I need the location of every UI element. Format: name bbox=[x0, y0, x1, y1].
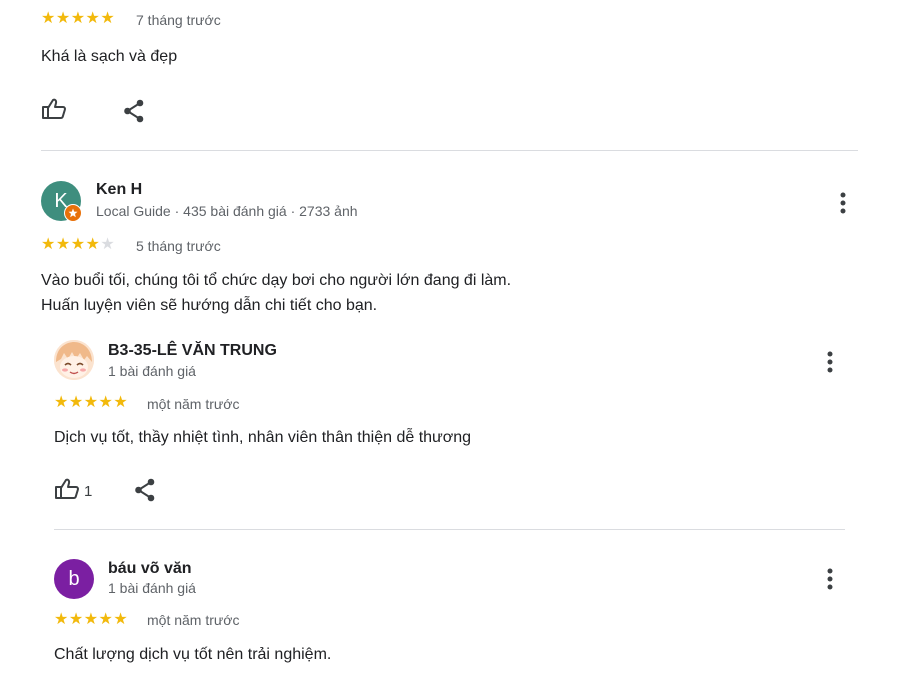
share-icon bbox=[123, 99, 145, 128]
review-time: 5 tháng trước bbox=[136, 238, 221, 254]
star-filled-icon: ★ bbox=[41, 10, 56, 27]
more-options-button[interactable] bbox=[820, 567, 840, 596]
review-text-line: Vào buổi tối, chúng tôi tổ chức dạy bơi … bbox=[41, 272, 512, 289]
review-time: một năm trước bbox=[147, 396, 240, 412]
like-count: 1 bbox=[84, 483, 93, 500]
star-filled-icon: ★ bbox=[98, 611, 113, 628]
avatar-letter: b bbox=[68, 567, 80, 590]
reviewer-meta: Local Guide · 435 bài đánh giá · 2733 ản… bbox=[96, 203, 358, 219]
star-filled-icon: ★ bbox=[83, 394, 99, 411]
share-icon bbox=[134, 478, 156, 507]
more-options-button[interactable] bbox=[833, 191, 853, 220]
review-text-line: Huấn luyện viên sẽ hướng dẫn chi tiết ch… bbox=[41, 297, 378, 314]
review-time: 7 tháng trước bbox=[136, 12, 221, 28]
star-filled-icon: ★ bbox=[70, 10, 86, 27]
star-filled-icon: ★ bbox=[55, 10, 71, 27]
avatar[interactable] bbox=[54, 340, 94, 380]
review-text: Khá là sạch và đẹp bbox=[41, 48, 178, 65]
reviewer-name[interactable]: B3-35-LÊ VĂN TRUNG bbox=[108, 342, 277, 360]
star-filled-icon: ★ bbox=[54, 394, 69, 411]
more-vert-icon bbox=[833, 191, 853, 220]
reviewer-name[interactable]: báu võ văn bbox=[108, 560, 192, 578]
star-filled-icon: ★ bbox=[113, 394, 128, 411]
star-empty-icon: ★ bbox=[100, 236, 115, 253]
anime-avatar-image bbox=[54, 340, 94, 380]
star-filled-icon: ★ bbox=[85, 10, 100, 27]
more-vert-icon bbox=[820, 567, 840, 596]
reviewer-meta: 1 bài đánh giá bbox=[108, 580, 196, 596]
rating-stars: ★ ★ ★ ★ ★ bbox=[54, 612, 128, 628]
review-text: Chất lượng dịch vụ tốt nên trải nghiệm. bbox=[54, 646, 332, 663]
rating-stars: ★ ★ ★ ★ ★ bbox=[41, 237, 115, 253]
divider bbox=[54, 529, 845, 530]
star-filled-icon: ★ bbox=[100, 10, 115, 27]
share-button[interactable] bbox=[123, 99, 145, 128]
rating-stars: ★ ★ ★ ★ ★ bbox=[41, 11, 115, 27]
star-filled-icon: ★ bbox=[83, 611, 99, 628]
rating-stars: ★ ★ ★ ★ ★ bbox=[54, 395, 128, 411]
star-filled-icon: ★ bbox=[55, 236, 71, 253]
more-options-button[interactable] bbox=[820, 350, 840, 379]
reviewer-name[interactable]: Ken H bbox=[96, 181, 142, 199]
share-button[interactable] bbox=[134, 478, 156, 507]
star-filled-icon: ★ bbox=[68, 611, 84, 628]
like-button[interactable]: 1 bbox=[54, 477, 92, 506]
local-guide-badge-icon bbox=[64, 204, 82, 222]
star-filled-icon: ★ bbox=[70, 236, 86, 253]
star-filled-icon: ★ bbox=[41, 236, 56, 253]
review-time: một năm trước bbox=[147, 612, 240, 628]
star-filled-icon: ★ bbox=[98, 394, 113, 411]
review-text: Dịch vụ tốt, thầy nhiệt tình, nhân viên … bbox=[54, 429, 472, 446]
star-filled-icon: ★ bbox=[85, 236, 100, 253]
thumb-up-icon bbox=[41, 97, 67, 126]
star-filled-icon: ★ bbox=[54, 611, 69, 628]
avatar[interactable]: b bbox=[54, 559, 94, 599]
star-filled-icon: ★ bbox=[68, 394, 84, 411]
thumb-up-icon bbox=[54, 477, 80, 506]
more-vert-icon bbox=[820, 350, 840, 379]
divider bbox=[41, 150, 858, 151]
star-filled-icon: ★ bbox=[113, 611, 128, 628]
reviewer-meta: 1 bài đánh giá bbox=[108, 363, 196, 379]
like-button[interactable] bbox=[41, 97, 67, 126]
